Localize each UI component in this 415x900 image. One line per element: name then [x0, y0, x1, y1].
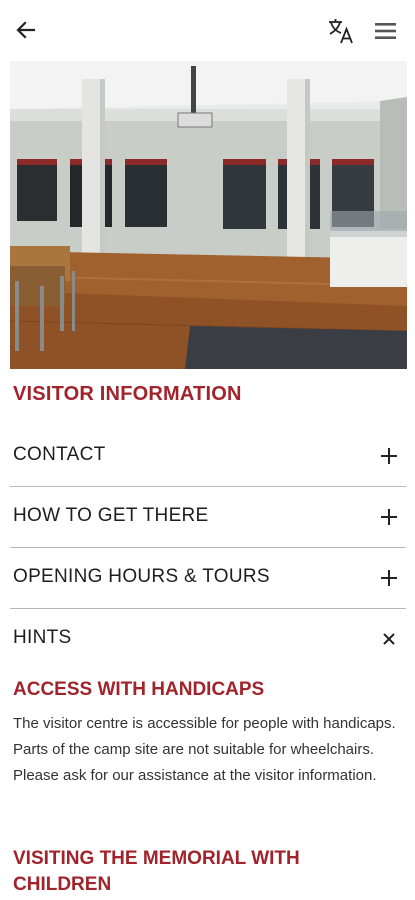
- plus-icon[interactable]: [376, 565, 402, 591]
- accordion-item-how-to-get-there[interactable]: HOW TO GET THERE: [10, 487, 406, 548]
- accordion-item-opening-hours[interactable]: OPENING HOURS & TOURS: [10, 548, 406, 609]
- translate-icon: [329, 19, 353, 44]
- close-icon[interactable]: [376, 626, 402, 652]
- accordion-item-contact[interactable]: CONTACT: [10, 426, 406, 487]
- accordion-item-hints[interactable]: HINTS: [10, 609, 406, 670]
- accordion-item-label: HINTS: [13, 627, 72, 648]
- menu-button[interactable]: [372, 18, 400, 44]
- translate-button[interactable]: [326, 16, 356, 46]
- access-handicaps-heading: ACCESS WITH HANDICAPS: [13, 679, 265, 700]
- plus-icon[interactable]: [376, 504, 402, 530]
- accordion-item-label: CONTACT: [13, 444, 106, 465]
- hero-image: [10, 61, 407, 369]
- plus-icon[interactable]: [376, 443, 402, 469]
- accordion-item-label: HOW TO GET THERE: [13, 505, 209, 526]
- top-app-bar: [0, 0, 415, 60]
- back-button[interactable]: [12, 16, 40, 44]
- page-title: VISITOR INFORMATION: [13, 383, 242, 405]
- visiting-with-children-heading: VISITING THE MEMORIAL WITH CHILDREN: [13, 848, 300, 895]
- hamburger-menu-icon: [375, 23, 396, 39]
- arrow-left-icon: [16, 21, 36, 39]
- accordion-item-label: OPENING HOURS & TOURS: [13, 566, 270, 587]
- access-handicaps-text: The visitor centre is accessible for peo…: [13, 715, 396, 784]
